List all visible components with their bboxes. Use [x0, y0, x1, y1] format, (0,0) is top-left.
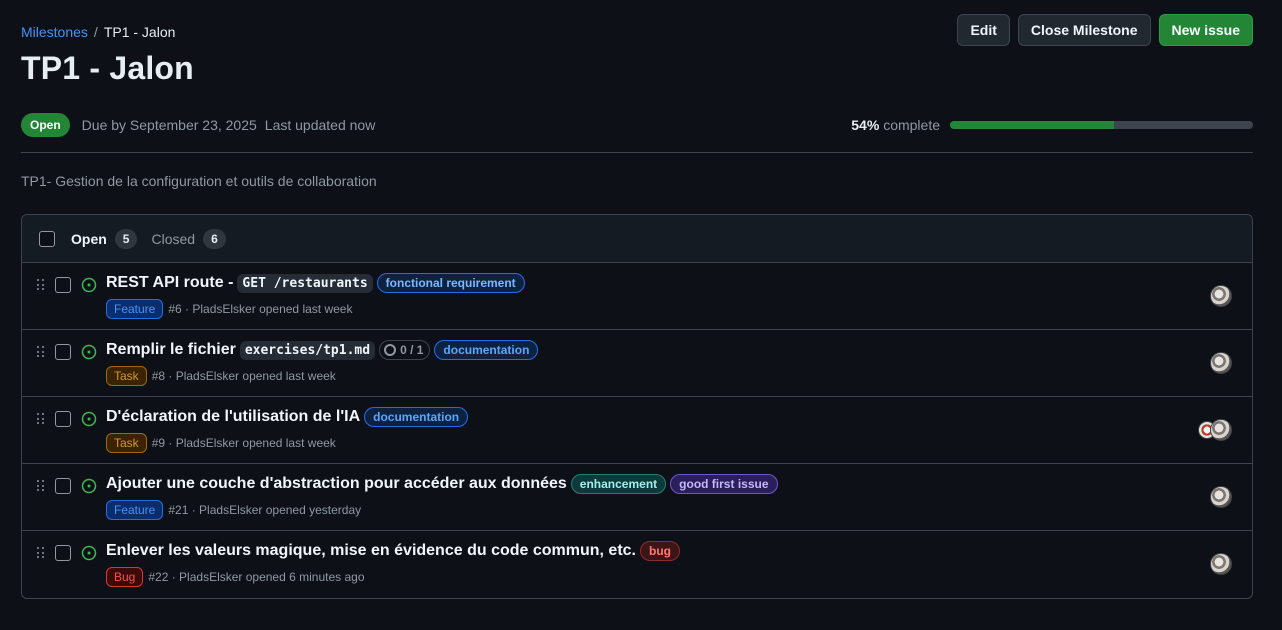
tab-open-label: Open: [71, 230, 107, 247]
progress-fill: [950, 121, 1114, 129]
status-badge: Open: [21, 113, 70, 137]
issue-label[interactable]: documentation: [434, 340, 539, 360]
avatar[interactable]: [1210, 352, 1232, 374]
issue-label[interactable]: fonctional requirement: [376, 273, 525, 293]
drag-handle-icon[interactable]: [37, 279, 45, 291]
issues-list-header: Open 5 Closed 6: [22, 215, 1252, 263]
issue-title-line: Enlever les valeurs magique, mise en évi…: [106, 541, 680, 561]
issue-title-line: Ajouter une couche d'abstraction pour ac…: [106, 474, 778, 494]
assignees[interactable]: [1210, 285, 1232, 307]
assignees[interactable]: [1198, 419, 1232, 441]
tab-open-count: 5: [114, 228, 138, 249]
breadcrumb-milestones-link[interactable]: Milestones: [21, 24, 88, 40]
avatar[interactable]: [1210, 419, 1232, 441]
issues-list: Open 5 Closed 6 REST API route - GET /res…: [21, 214, 1253, 599]
breadcrumb-separator: /: [93, 24, 98, 40]
issue-title-link[interactable]: D'éclaration de l'utilisation de l'IA: [106, 408, 360, 426]
issue-type-badge[interactable]: Task: [106, 433, 147, 453]
issue-title-line: REST API route - GET /restaurants fonction…: [106, 273, 525, 293]
issue-checkbox[interactable]: [55, 344, 71, 360]
issue-row: Enlever les valeurs magique, mise en évi…: [22, 531, 1252, 598]
progress: 54% complete: [851, 113, 1253, 137]
issue-type-badge[interactable]: Feature: [106, 299, 164, 319]
issue-title-code: exercises/tp1.md: [239, 340, 376, 360]
drag-handle-icon[interactable]: [37, 547, 45, 559]
issue-title-link[interactable]: Enlever les valeurs magique, mise en évi…: [106, 542, 636, 560]
issue-label[interactable]: bug: [639, 541, 680, 561]
breadcrumb-current: TP1 - Jalon: [103, 24, 176, 40]
milestone-description: TP1- Gestion de la configuration et outi…: [21, 173, 377, 189]
new-issue-button[interactable]: New issue: [1158, 14, 1253, 46]
tab-open[interactable]: Open 5: [71, 228, 138, 249]
drag-handle-icon[interactable]: [37, 413, 45, 425]
avatar[interactable]: [1210, 486, 1232, 508]
issue-title-line: Remplir le fichier exercises/tp1.md 0 / 1 d…: [106, 340, 539, 360]
close-milestone-button[interactable]: Close Milestone: [1017, 14, 1151, 46]
avatar[interactable]: [1210, 285, 1232, 307]
progress-suffix: complete: [883, 117, 940, 133]
drag-handle-icon[interactable]: [37, 480, 45, 492]
page-title: TP1 - Jalon: [21, 50, 194, 86]
issue-type-badge[interactable]: Feature: [106, 500, 164, 520]
breadcrumb: Milestones / TP1 - Jalon: [21, 24, 175, 40]
issue-row: Ajouter une couche d'abstraction pour ac…: [22, 464, 1252, 531]
issue-open-icon: [81, 545, 97, 561]
progress-percent: 54%: [851, 117, 880, 133]
issue-row: D'éclaration de l'utilisation de l'IA doc…: [22, 397, 1252, 464]
milestone-meta: Open Due by September 23, 2025 Last upda…: [21, 113, 1253, 137]
tab-closed[interactable]: Closed 6: [151, 228, 226, 249]
divider: [21, 152, 1253, 153]
issues-rows: REST API route - GET /restaurants fonction…: [22, 263, 1252, 598]
issue-checkbox[interactable]: [55, 277, 71, 293]
issue-meta: #21 · PladsElsker opened yesterday: [168, 503, 362, 517]
issue-type-badge[interactable]: Bug: [106, 567, 144, 587]
issue-title-line: D'éclaration de l'utilisation de l'IA doc…: [106, 407, 469, 427]
issue-label[interactable]: good first issue: [670, 474, 778, 494]
assignees[interactable]: [1210, 486, 1232, 508]
issue-open-icon: [81, 478, 97, 494]
issue-meta-line: Feature #21 · PladsElsker opened yesterda…: [106, 500, 361, 520]
issue-checkbox[interactable]: [55, 545, 71, 561]
issue-title-link[interactable]: Remplir le fichier: [106, 341, 236, 359]
due-date: Due by September 23, 2025: [81, 117, 257, 133]
issue-type-badge[interactable]: Task: [106, 366, 147, 386]
tab-closed-count: 6: [203, 228, 226, 249]
issue-open-icon: [81, 344, 97, 360]
issue-meta: #8 · PladsElsker opened last week: [151, 369, 336, 383]
issue-open-icon: [81, 411, 97, 427]
issue-checkbox[interactable]: [55, 411, 71, 427]
edit-button[interactable]: Edit: [957, 14, 1010, 46]
issue-meta-line: Bug #22 · PladsElsker opened 6 minutes ag…: [106, 567, 365, 587]
task-progress-count: 0 / 1: [400, 343, 424, 357]
progress-bar: [950, 121, 1253, 129]
issue-meta: #6 · PladsElsker opened last week: [168, 302, 353, 316]
last-updated: Last updated now: [264, 117, 376, 133]
progress-text: 54% complete: [851, 117, 940, 133]
assignees[interactable]: [1210, 352, 1232, 374]
issue-label[interactable]: enhancement: [570, 474, 667, 494]
drag-handle-icon[interactable]: [37, 346, 45, 358]
select-all-checkbox[interactable]: [39, 230, 55, 247]
issue-row: REST API route - GET /restaurants fonction…: [22, 263, 1252, 330]
issue-meta-line: Task #8 · PladsElsker opened last week: [106, 366, 336, 386]
issue-title-link[interactable]: REST API route -: [106, 274, 233, 292]
issue-meta: #9 · PladsElsker opened last week: [151, 436, 336, 450]
task-progress[interactable]: 0 / 1: [379, 340, 431, 360]
assignees[interactable]: [1210, 553, 1232, 575]
issue-label[interactable]: documentation: [364, 407, 469, 427]
issue-open-icon: [81, 277, 97, 293]
task-progress-icon: [384, 344, 397, 356]
tab-closed-label: Closed: [151, 230, 196, 247]
issue-row: Remplir le fichier exercises/tp1.md 0 / 1 d…: [22, 330, 1252, 397]
issue-meta-line: Task #9 · PladsElsker opened last week: [106, 433, 336, 453]
issue-meta: #22 · PladsElsker opened 6 minutes ago: [148, 570, 365, 584]
issue-title-link[interactable]: Ajouter une couche d'abstraction pour ac…: [106, 475, 567, 493]
avatar[interactable]: [1210, 553, 1232, 575]
issue-checkbox[interactable]: [55, 478, 71, 494]
header-actions: Edit Close Milestone New issue: [957, 14, 1253, 46]
issue-title-code: GET /restaurants: [237, 273, 373, 293]
issue-meta-line: Feature #6 · PladsElsker opened last week: [106, 299, 352, 319]
